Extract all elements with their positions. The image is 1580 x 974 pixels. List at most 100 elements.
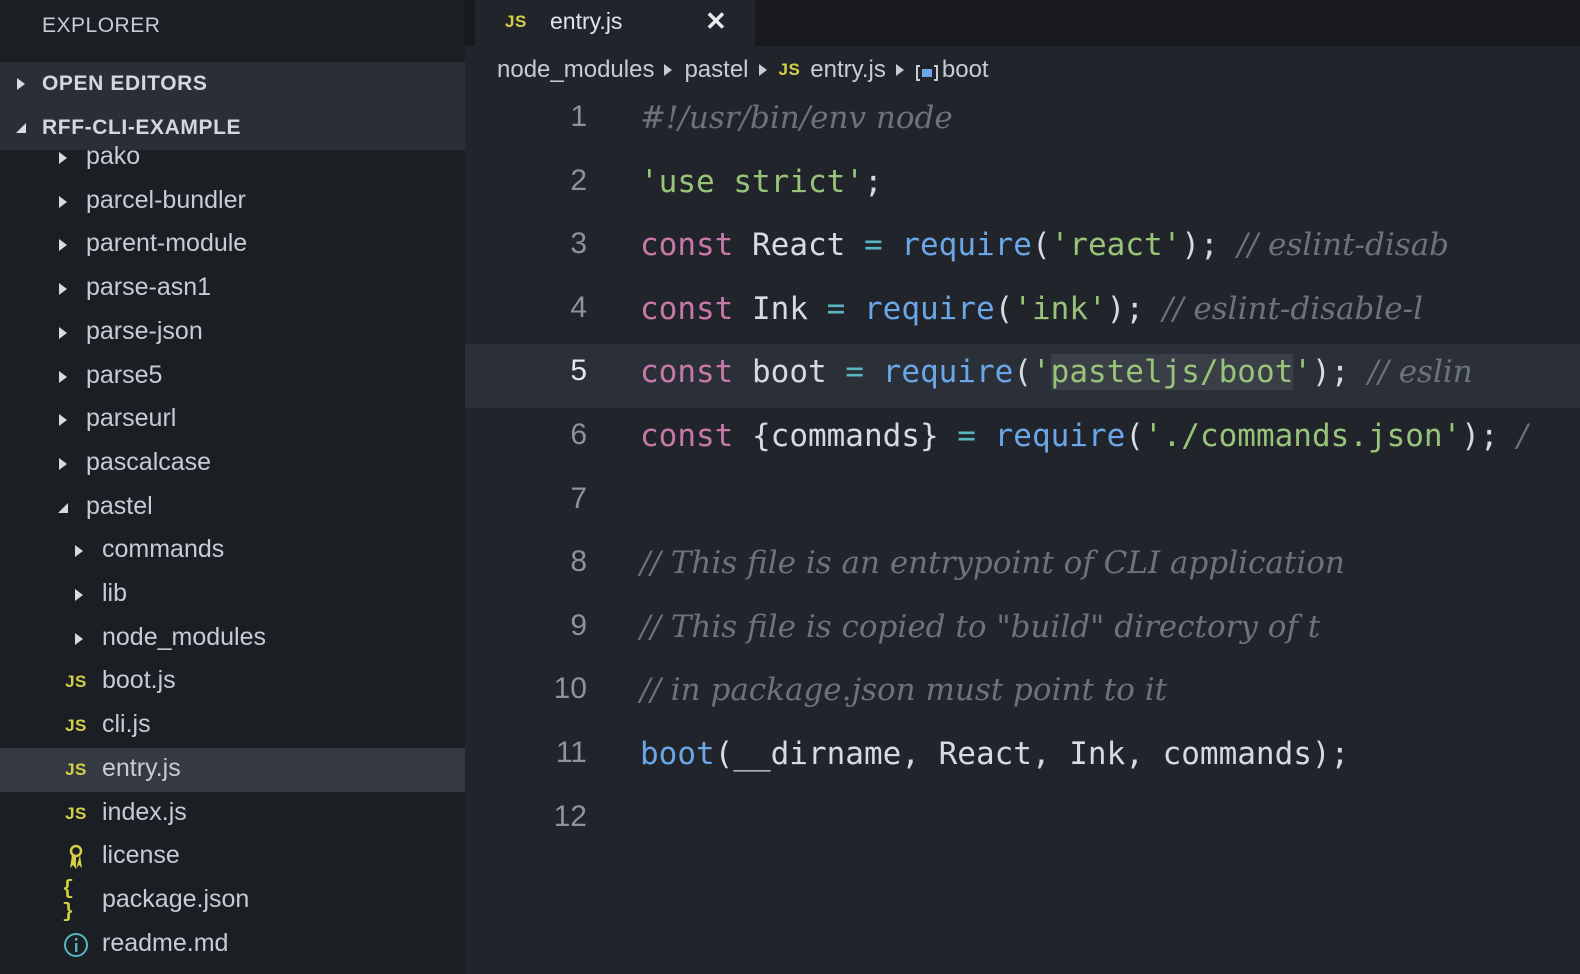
open-editors-label: OPEN EDITORS: [42, 72, 208, 95]
tree-item-label: readme.md: [102, 928, 229, 957]
chevron-right-icon: [56, 150, 70, 166]
code-text: #!/usr/bin/env node: [640, 100, 953, 136]
breadcrumb-item-node-modules[interactable]: node_modules: [497, 56, 654, 84]
chevron-right-icon: [664, 64, 673, 76]
chevron-down-icon: [0, 123, 42, 133]
line-number: 12: [553, 799, 587, 833]
tree-item-label: pascalcase: [86, 447, 212, 476]
tree-item-label: lib: [102, 579, 128, 607]
tab-entry-js[interactable]: JS entry.js ✕: [475, 0, 755, 46]
code-line[interactable]: 4 const Ink = require('ink'); // eslint-d…: [465, 281, 1580, 345]
line-number: 5: [570, 354, 587, 388]
tree-folder[interactable]: commands: [0, 529, 465, 573]
tree-folder[interactable]: parent-module: [0, 223, 465, 267]
line-number: 8: [570, 545, 587, 579]
tree-folder[interactable]: parse-json: [0, 311, 465, 355]
variable-symbol-icon: [915, 61, 938, 81]
tree-folder[interactable]: parcel-bundler: [0, 180, 465, 224]
code-text: // in package.json must point to it: [640, 672, 1168, 709]
js-file-icon: JS: [778, 60, 801, 79]
breadcrumb-item-boot[interactable]: boot: [942, 56, 989, 84]
tree-file[interactable]: { } package.json: [0, 878, 465, 924]
code-line[interactable]: 12: [465, 790, 1580, 854]
line-number: 7: [570, 481, 587, 515]
code-text: const boot = require('pasteljs/boot'); /…: [640, 354, 1473, 391]
tree-folder[interactable]: parseurl: [0, 398, 465, 442]
info-icon: [62, 931, 90, 959]
tree-item-label: entry.js: [102, 753, 181, 782]
line-number: 9: [570, 608, 587, 642]
code-line[interactable]: 11 boot(__dirname, React, Ink, commands);: [465, 726, 1580, 790]
tree-folder[interactable]: pastel: [0, 486, 465, 530]
breadcrumb-item-pastel[interactable]: pastel: [684, 56, 748, 84]
chevron-right-icon: [56, 412, 70, 428]
tree-file[interactable]: license: [0, 835, 465, 879]
chevron-right-icon: [72, 587, 86, 603]
code-line[interactable]: 2 'use strict';: [465, 154, 1580, 218]
tree-item-label: boot.js: [102, 666, 176, 695]
tree-file[interactable]: JS boot.js: [0, 660, 465, 704]
js-file-icon: JS: [505, 12, 527, 31]
line-number: 4: [570, 290, 587, 324]
tree-item-label: parse5: [86, 360, 163, 389]
code-line[interactable]: 3 const React = require('react'); // esli…: [465, 217, 1580, 281]
code-line[interactable]: 8 // This file is an entrypoint of CLI ap…: [465, 535, 1580, 599]
line-number: 2: [570, 163, 587, 197]
tree-item-label: parse-asn1: [86, 273, 212, 302]
tree-item-label: node_modules: [102, 622, 267, 651]
breadcrumb-item-entry-js[interactable]: entry.js: [810, 56, 886, 84]
chevron-right-icon: [895, 64, 904, 76]
chevron-right-icon: [758, 64, 767, 76]
line-number: 10: [553, 672, 587, 706]
explorer-sidebar: EXPLORER OPEN EDITORS RFF-CLI-EXAMPLE pa…: [0, 0, 465, 974]
tree-file[interactable]: JS entry.js: [0, 747, 465, 792]
code-text: 'use strict';: [640, 163, 883, 200]
line-number: 11: [555, 736, 587, 769]
chevron-right-icon: [56, 237, 70, 253]
tree-folder[interactable]: node_modules: [0, 617, 465, 661]
tree-folder[interactable]: parse-asn1: [0, 267, 465, 311]
chevron-right-icon: [56, 325, 70, 341]
js-file-icon: JS: [65, 716, 87, 736]
chevron-right-icon: [56, 281, 70, 297]
tree-folder[interactable]: pako: [0, 136, 465, 180]
tree-item-label: commands: [102, 535, 225, 564]
code-text: boot(__dirname, React, Ink, commands);: [640, 736, 1350, 772]
tree-item-label: parse-json: [86, 316, 203, 345]
chevron-right-icon: [72, 631, 86, 647]
code-line[interactable]: 9 // This file is copied to "build" direc…: [465, 599, 1580, 663]
breadcrumb: node_modules pastel JS entry.js boot: [497, 52, 989, 88]
tree-item-label: index.js: [102, 797, 187, 826]
tree-file[interactable]: readme.md: [0, 923, 465, 967]
code-text: const Ink = require('ink'); // eslint-di…: [640, 290, 1424, 327]
tree-item-label: pastel: [86, 491, 153, 520]
tree-file[interactable]: JS index.js: [0, 792, 465, 836]
code-text: // This file is an entrypoint of CLI app…: [640, 545, 1345, 582]
tab-label: entry.js: [550, 8, 623, 34]
tree-file[interactable]: JS cli.js: [0, 704, 465, 748]
code-line[interactable]: 7: [465, 472, 1580, 536]
chevron-right-icon: [56, 369, 70, 385]
close-icon[interactable]: ✕: [705, 6, 727, 37]
js-file-icon: JS: [65, 759, 87, 779]
code-line[interactable]: 1 #!/usr/bin/env node: [465, 90, 1580, 154]
chevron-right-icon: [56, 194, 70, 210]
js-file-icon: JS: [65, 672, 87, 692]
tree-item-label: cli.js: [102, 710, 151, 739]
open-editors-header[interactable]: OPEN EDITORS: [0, 62, 465, 106]
tree-item-label: license: [102, 841, 180, 870]
tree-item-label: pako: [86, 142, 141, 170]
tree-item-label: parseurl: [86, 404, 177, 433]
tree-folder[interactable]: lib: [0, 573, 465, 617]
code-text: const {commands} = require('./commands.j…: [640, 418, 1528, 454]
tree-folder[interactable]: pascalcase: [0, 442, 465, 486]
chevron-down-icon: [56, 500, 70, 516]
code-line[interactable]: 10 // in package.json must point to it: [465, 662, 1580, 726]
line-number: 1: [570, 100, 587, 133]
code-line[interactable]: 6 const {commands} = require('./commands.…: [465, 408, 1580, 472]
code-line[interactable]: 5 const boot = require('pasteljs/boot'); …: [465, 344, 1580, 409]
line-number: 6: [570, 418, 587, 451]
code-text: const React = require('react'); // eslin…: [640, 227, 1450, 264]
tree-folder[interactable]: parse5: [0, 355, 465, 399]
editor-area: JS entry.js ✕ node_modules pastel JS ent…: [465, 0, 1580, 974]
